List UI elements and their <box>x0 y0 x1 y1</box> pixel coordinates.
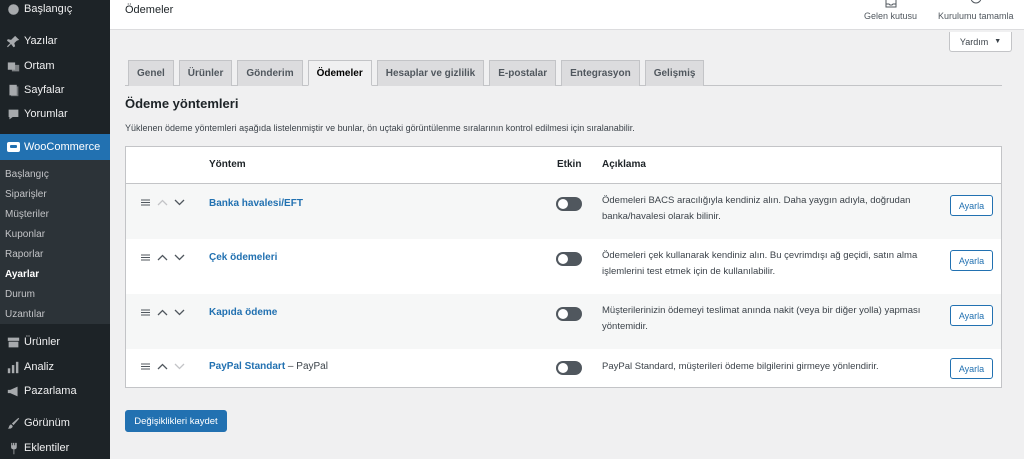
megaphone-icon <box>2 385 24 398</box>
setup-label: Kurulumu tamamla <box>938 11 1014 21</box>
move-up-icon <box>157 199 168 206</box>
menu-woocommerce[interactable]: WooCommerce <box>0 134 110 160</box>
submenu-settings[interactable]: Ayarlar <box>5 269 39 280</box>
setup-method-button[interactable]: Ayarla <box>950 195 993 216</box>
drag-handle-icon[interactable] <box>140 308 151 317</box>
progress-circle-icon <box>970 0 981 4</box>
move-down-icon[interactable] <box>174 308 185 317</box>
table-row: PayPal Standart – PayPal PayPal Standard… <box>126 349 1001 387</box>
drag-handle-icon[interactable] <box>140 253 151 262</box>
method-description: PayPal Standard, müşterileri ödeme bilgi… <box>602 361 879 372</box>
page-title: Ödemeler <box>125 4 174 16</box>
pin-icon <box>2 35 24 48</box>
method-description: Ödemeleri BACS aracılığıyla kendiniz alı… <box>602 195 911 222</box>
tab-accounts-privacy[interactable]: Hesaplar ve gizlilik <box>376 60 485 86</box>
save-changes-button[interactable]: Değişiklikleri kaydet <box>125 410 227 432</box>
submenu-customers[interactable]: Müşteriler <box>5 209 49 220</box>
setup-method-button[interactable]: Ayarla <box>950 305 993 326</box>
brush-icon <box>2 417 24 430</box>
header-description: Açıklama <box>602 159 646 170</box>
help-button[interactable]: Yardım ▼ <box>949 32 1012 52</box>
move-down-icon[interactable] <box>174 253 185 262</box>
help-label: Yardım <box>959 36 989 47</box>
tab-shipping[interactable]: Gönderim <box>237 60 303 86</box>
enabled-toggle[interactable] <box>556 252 582 266</box>
method-name-link[interactable]: Kapıda ödeme <box>209 307 277 318</box>
inbox-icon <box>885 0 897 8</box>
method-name-link[interactable]: PayPal Standart – PayPal <box>209 361 328 372</box>
menu-comments[interactable]: Yorumlar <box>0 102 110 126</box>
submenu-status[interactable]: Durum <box>5 289 35 300</box>
setup-button[interactable]: Kurulumu tamamla <box>938 0 1014 30</box>
menu-analytics[interactable]: Analiz <box>0 355 110 379</box>
move-up-icon[interactable] <box>157 362 168 371</box>
menu-pages[interactable]: Sayfalar <box>0 78 110 102</box>
submenu-extensions[interactable]: Uzantılar <box>5 309 45 320</box>
header-method: Yöntem <box>209 159 246 170</box>
drag-handle-icon[interactable] <box>140 198 151 207</box>
submenu-reports[interactable]: Raporlar <box>5 249 43 260</box>
inbox-label: Gelen kutusu <box>864 11 918 21</box>
move-up-icon[interactable] <box>157 253 168 262</box>
setup-method-button[interactable]: Ayarla <box>950 358 993 379</box>
woocommerce-icon <box>2 142 24 152</box>
method-name-link[interactable]: Çek ödemeleri <box>209 252 277 263</box>
table-row: Kapıda ödeme Müşterilerinizin ödemeyi te… <box>126 294 1001 349</box>
table-row: Çek ödemeleri Ödemeleri çek kullanarak k… <box>126 239 1001 294</box>
header-enabled: Etkin <box>557 159 582 170</box>
comment-icon <box>2 108 24 121</box>
setup-method-button[interactable]: Ayarla <box>950 250 993 271</box>
plug-icon <box>2 442 24 455</box>
menu-products[interactable]: Ürünler <box>0 330 110 354</box>
tab-advanced[interactable]: Gelişmiş <box>644 60 705 86</box>
submenu-coupons[interactable]: Kuponlar <box>5 229 45 240</box>
archive-icon <box>2 336 24 349</box>
method-description: Müşterilerinizin ödemeyi teslimat anında… <box>602 305 921 332</box>
tab-payments[interactable]: Ödemeler <box>307 60 372 86</box>
menu-dashboard[interactable]: Başlangıç <box>0 0 110 21</box>
payment-methods-table: Yöntem Etkin Açıklama Banka havalesi/EFT… <box>125 146 1002 388</box>
enabled-toggle[interactable] <box>556 361 582 375</box>
table-row: Banka havalesi/EFT Ödemeleri BACS aracıl… <box>126 184 1001 239</box>
menu-media[interactable]: Ortam <box>0 54 110 78</box>
pages-icon <box>2 84 24 97</box>
admin-sidebar: Başlangıç Yazılar Ortam Sayfalar Yorumla… <box>0 0 110 459</box>
tab-integration[interactable]: Entegrasyon <box>561 60 640 86</box>
section-description: Yüklenen ödeme yöntemleri aşağıda listel… <box>125 123 635 133</box>
method-description: Ödemeleri çek kullanarak kendiniz alın. … <box>602 250 918 277</box>
enabled-toggle[interactable] <box>556 197 582 211</box>
move-down-icon <box>174 363 185 370</box>
menu-plugins[interactable]: Eklentiler <box>0 436 110 459</box>
woocommerce-submenu: Başlangıç Siparişler Müşteriler Kuponlar… <box>0 160 110 324</box>
inbox-button[interactable]: Gelen kutusu <box>864 0 917 30</box>
tab-emails[interactable]: E-postalar <box>489 60 557 86</box>
submenu-dashboard[interactable]: Başlangıç <box>5 169 49 180</box>
bar-chart-icon <box>2 361 24 374</box>
tab-general[interactable]: Genel <box>128 60 174 86</box>
top-header: Ödemeler Gelen kutusu Kurulumu tamamla <box>110 0 1024 30</box>
submenu-orders[interactable]: Siparişler <box>5 189 47 200</box>
move-up-icon[interactable] <box>157 308 168 317</box>
menu-posts[interactable]: Yazılar <box>0 29 110 53</box>
enabled-toggle[interactable] <box>556 307 582 321</box>
settings-tabs: Genel Ürünler Gönderim Ödemeler Hesaplar… <box>128 60 709 86</box>
move-down-icon[interactable] <box>174 198 185 207</box>
section-title: Ödeme yöntemleri <box>125 96 239 111</box>
media-icon <box>2 60 24 73</box>
tab-products[interactable]: Ürünler <box>178 60 233 86</box>
menu-marketing[interactable]: Pazarlama <box>0 379 110 403</box>
method-name-link[interactable]: Banka havalesi/EFT <box>209 198 303 209</box>
drag-handle-icon[interactable] <box>140 362 151 371</box>
caret-down-icon: ▼ <box>994 38 1002 45</box>
dashboard-icon <box>2 3 24 16</box>
menu-appearance[interactable]: Görünüm <box>0 411 110 435</box>
